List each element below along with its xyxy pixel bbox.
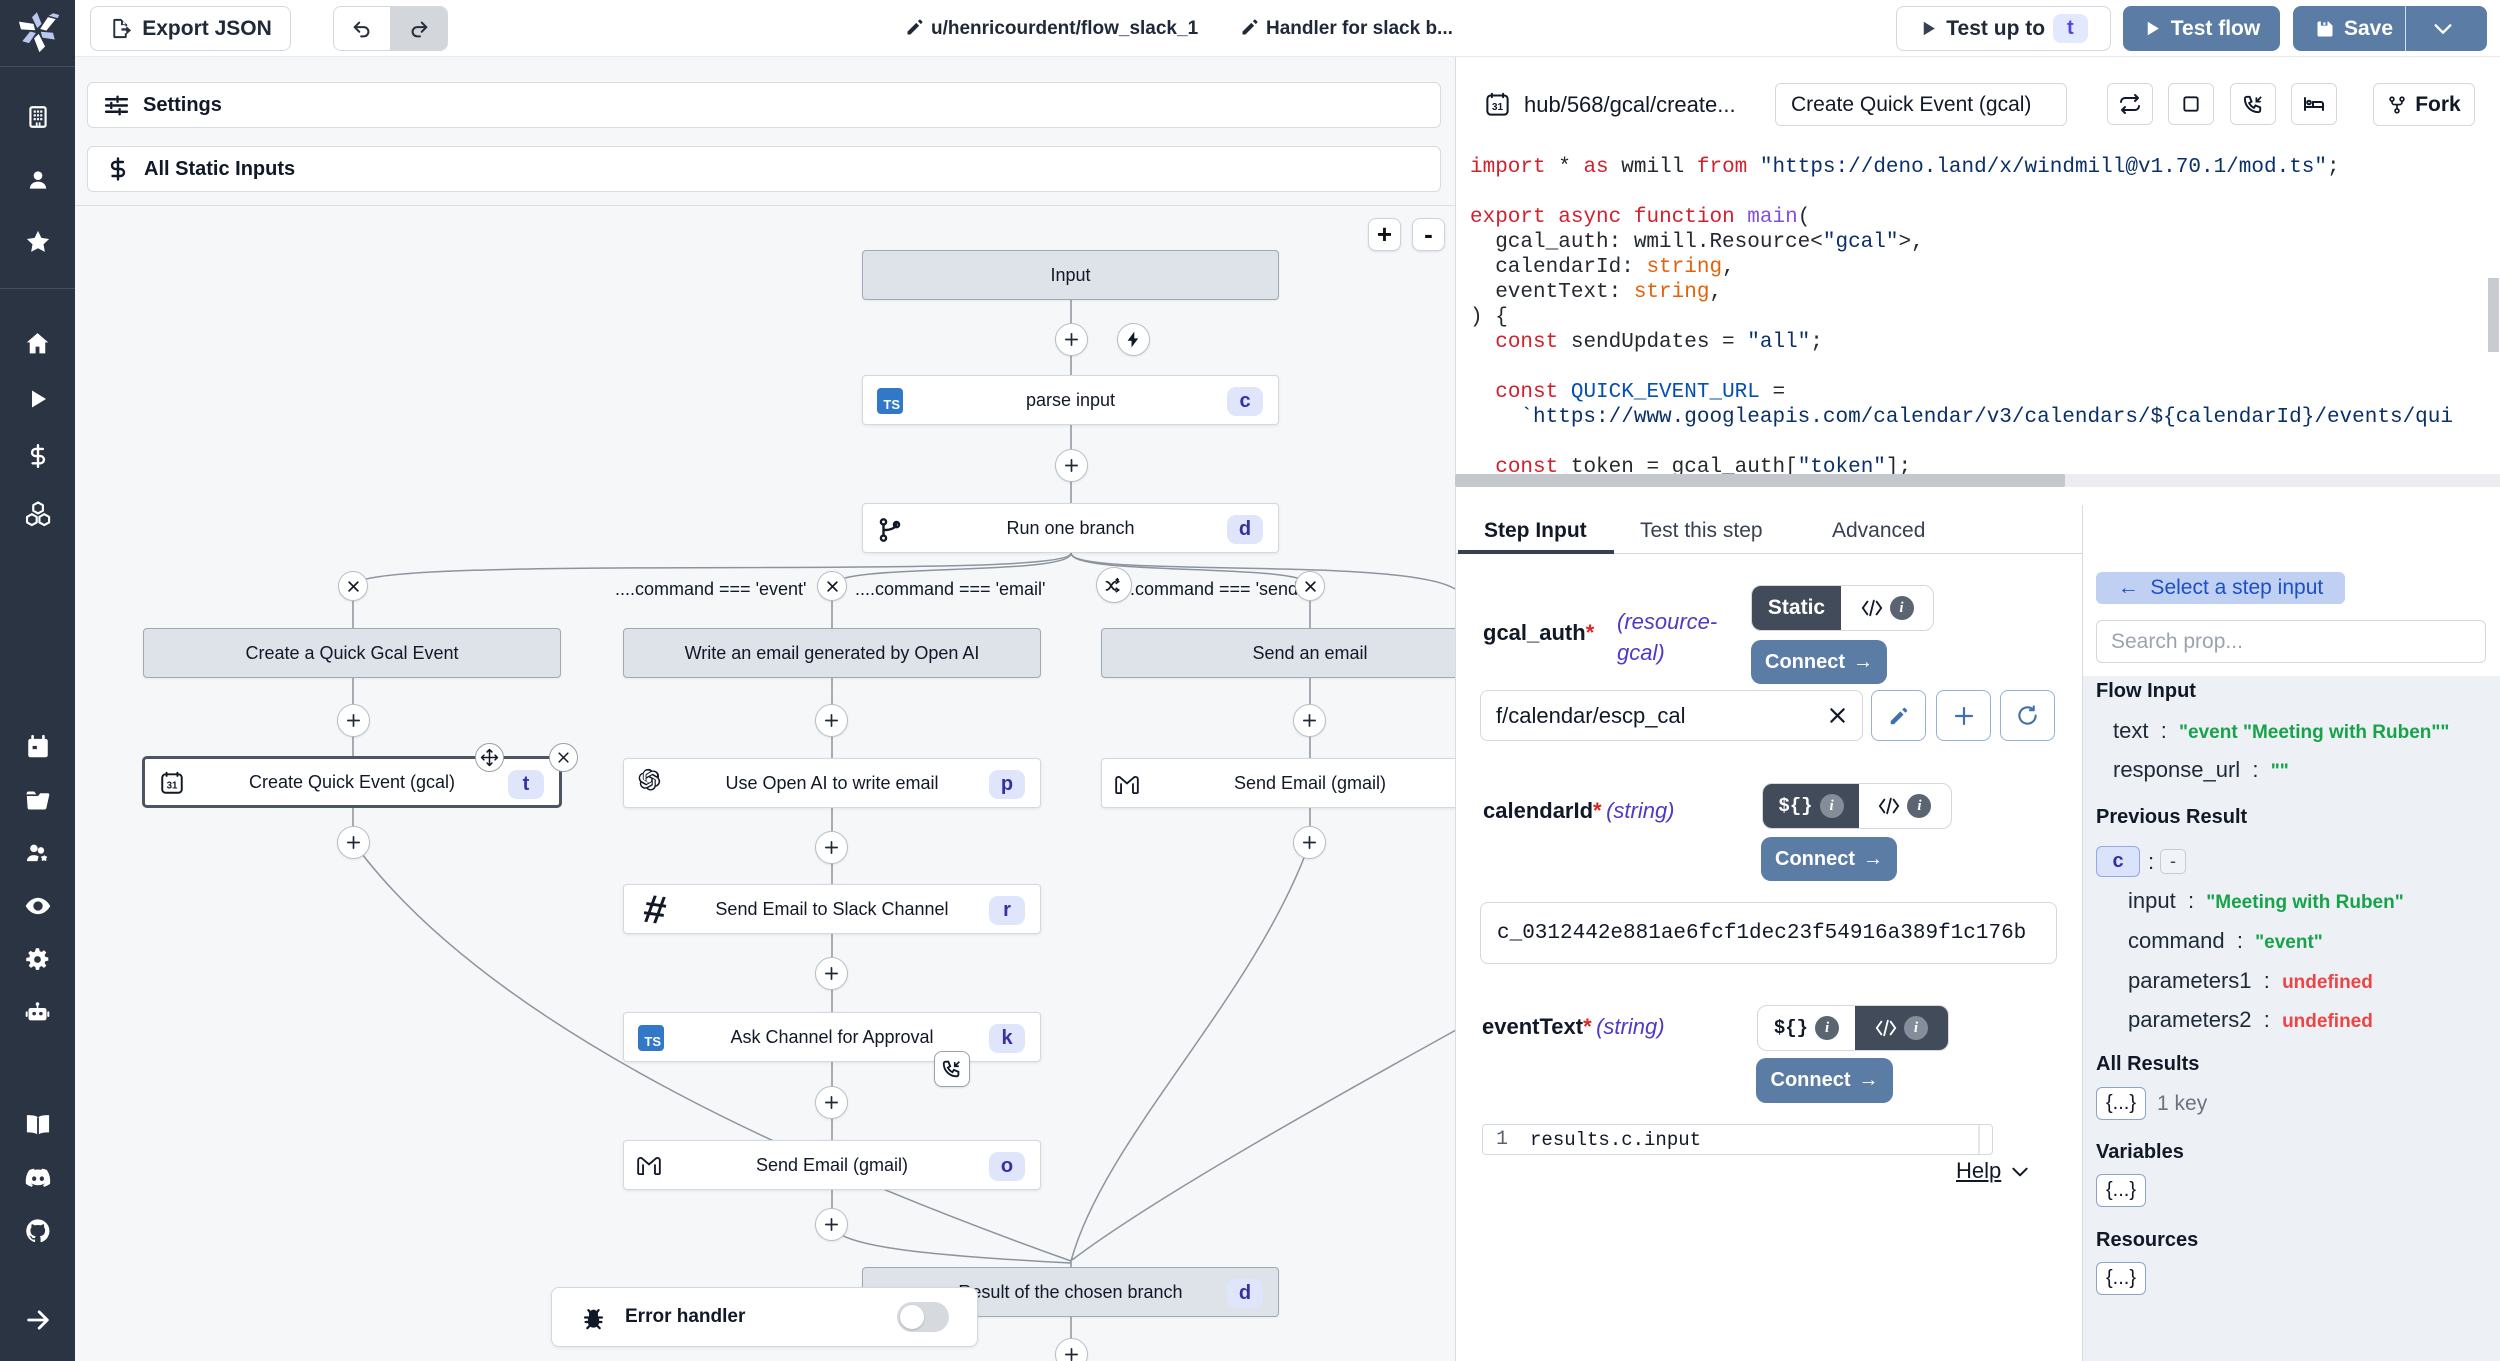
svg-text:31: 31 xyxy=(1492,102,1504,113)
